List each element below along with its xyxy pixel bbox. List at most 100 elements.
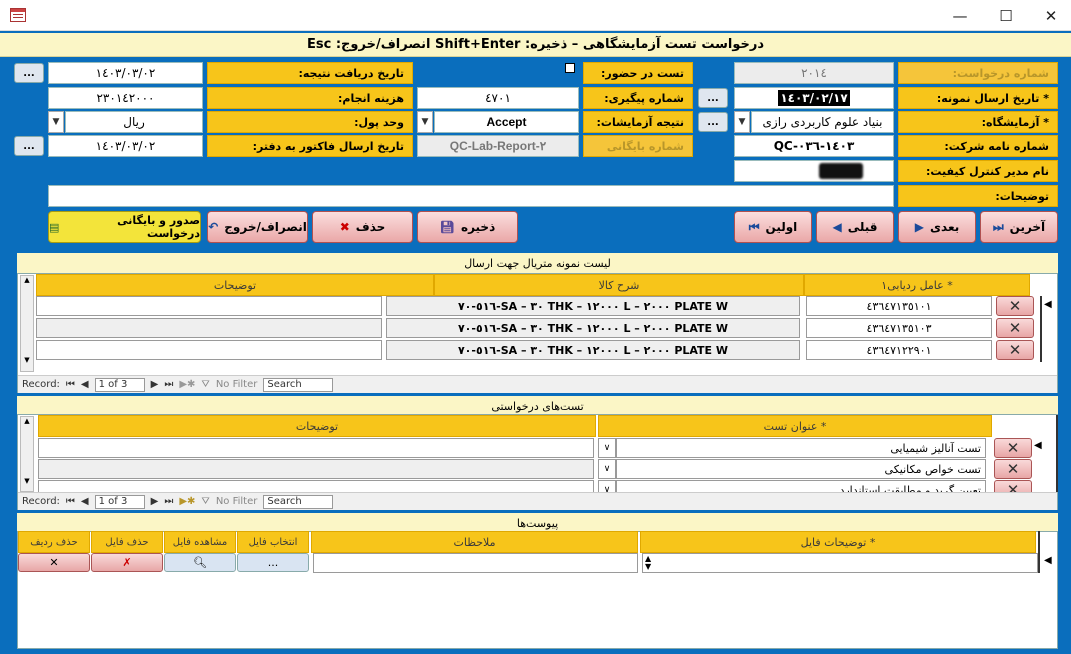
delete-button[interactable]: حذف ✖ [312,211,413,243]
window-titlebar: — ☐ ✕ [0,0,1071,31]
select-file-button[interactable]: ... [237,553,309,572]
letter-no-field[interactable]: QC-١٤٠٣-٠٣٦ [734,135,894,157]
currency-dropdown-arrow[interactable]: ▼ [48,111,64,133]
attach-remarks-cell[interactable] [313,553,638,573]
delete-x-icon: ✕ [49,556,59,569]
last-label: آخرین [1009,220,1046,234]
search-input[interactable]: Search [263,494,334,509]
tests-col-notes: توضیحات [38,415,596,437]
invoice-date-picker-button[interactable]: ... [14,136,44,156]
samples-scrollbar[interactable]: ▲ ▼ [20,275,34,372]
test-dropdown-arrow[interactable]: ∨ [598,459,616,479]
sample-id-cell[interactable]: ٤٣٦٤٧١٣٥١٠١ [806,296,992,316]
delete-x-icon: ✕ [1008,341,1022,359]
row-delete-button[interactable]: ✕ [996,318,1034,338]
sample-note-cell[interactable] [36,296,382,316]
record-position-input[interactable]: 1 of 3 [94,377,145,392]
test-note-cell[interactable] [38,459,594,479]
magnifier-icon: 🔍︎ [193,556,207,569]
attend-label: تست در حضور: [583,62,693,84]
first-nav-icon[interactable]: ⏮ [66,496,75,507]
test-name-cell[interactable]: تست آنالیز شیمیایی [616,438,986,458]
archive-field[interactable]: QC-Lab-Report-٢ [417,135,579,157]
row-delete-button[interactable]: ✕ [996,340,1034,360]
archive-label: شماره بایگانی [583,135,693,157]
table-row: ▲ ▼ ... 🔍︎ ✗ ✕ ◀ [18,553,1058,573]
attach-col-view: مشاهده فایل [164,531,236,553]
qc-manager-field[interactable] [734,160,894,182]
record-pointer-icon: ◀ [1034,440,1042,451]
first-record-button[interactable]: اولین ⏮ [734,211,812,243]
cost-label: هزینه انجام: [207,87,413,109]
result-dropdown-arrow[interactable]: ▼ [417,111,433,133]
prev-label: قبلی [847,220,878,234]
delete-icon: ✖ [339,220,350,234]
send-date-field[interactable]: ١٤٠٣/٠٢/١٧ [734,87,894,109]
close-button[interactable]: ✕ [1028,0,1071,31]
notes-field[interactable] [48,185,894,207]
last-record-button[interactable]: آخرین ⏭ [980,211,1058,243]
attend-checkbox[interactable] [565,63,575,73]
row-delete-button[interactable]: ✕ [994,480,1032,492]
next-nav-icon[interactable]: ▶ [151,379,159,390]
result-date-picker-button[interactable]: ... [14,63,44,83]
currency-field[interactable]: ریال [65,111,203,133]
cost-field[interactable]: ٢٣٠١٤٢٠٠٠ [48,87,203,109]
delete-row-button[interactable]: ✕ [18,553,90,572]
maximize-button[interactable]: ☐ [983,0,1029,31]
filter-icon[interactable]: ⛛ [201,379,209,390]
row-delete-button[interactable]: ✕ [994,438,1032,458]
last-nav-icon[interactable]: ⏭ [164,496,173,507]
test-note-cell[interactable] [38,438,594,458]
request-no-field[interactable]: ٢٠١٤ [734,62,894,84]
sample-desc-cell[interactable]: PLATE W ٢٠٠٠ – L ١٢٠٠٠ – THK ٣٠ – SA-٥١٦… [386,340,800,360]
lab-dropdown-arrow[interactable]: ▼ [734,111,750,133]
tests-scrollbar[interactable]: ▲ ▼ [20,416,34,492]
prev-record-button[interactable]: قبلی ◀ [816,211,894,243]
no-filter-label[interactable]: No Filter [216,496,258,507]
issue-archive-button[interactable]: صدور و بایگانی درخواست ▤ [48,211,201,243]
send-date-picker-button[interactable]: ... [698,88,728,108]
sample-desc-cell[interactable]: PLATE W ٢٠٠٠ – L ١٢٠٠٠ – THK ٣٠ – SA-٥١٦… [386,296,800,316]
no-filter-label[interactable]: No Filter [216,379,258,390]
sample-id-cell[interactable]: ٤٣٦٤٧١٢٢٩٠١ [806,340,992,360]
test-note-cell[interactable] [38,480,594,492]
lab-field[interactable]: بنیاد علوم کاربردی رازی [751,111,894,133]
delete-file-button[interactable]: ✗ [91,553,163,572]
invoice-date-field[interactable]: ١٤٠٣/٠٣/٠٢ [48,135,203,157]
result-date-label: تاریخ دریافت نتیجه: [207,62,413,84]
sample-id-cell[interactable]: ٤٣٦٤٧١٣٥١٠٣ [806,318,992,338]
sample-note-cell[interactable] [36,340,382,360]
row-delete-button[interactable]: ✕ [994,459,1032,479]
document-icon: ▤ [49,220,60,234]
prev-nav-icon[interactable]: ◀ [81,379,89,390]
row-delete-button[interactable]: ✕ [996,296,1034,316]
filter-icon[interactable]: ⛛ [201,496,209,507]
save-label: ذخیره [460,220,496,234]
first-nav-icon[interactable]: ⏮ [66,379,75,390]
minimize-button[interactable]: — [937,0,983,31]
next-record-button[interactable]: بعدی ▶ [898,211,976,243]
lab-browse-button[interactable]: ... [698,112,728,132]
next-nav-icon[interactable]: ▶ [151,496,159,507]
record-position-input[interactable]: 1 of 3 [94,494,145,509]
sample-note-cell[interactable] [36,318,382,338]
save-button[interactable]: ذخیره 💾︎ [417,211,518,243]
new-record-icon[interactable]: ▶✱ [179,496,195,507]
cancel-exit-button[interactable]: انصراف/خروج ↶ [207,211,308,243]
view-file-button[interactable]: 🔍︎ [164,553,236,572]
result-date-field[interactable]: ١٤٠٣/٠٣/٠٢ [48,62,203,84]
test-dropdown-arrow[interactable]: ∨ [598,480,616,492]
prev-nav-icon[interactable]: ◀ [81,496,89,507]
test-dropdown-arrow[interactable]: ∨ [598,438,616,458]
spin-arrows-icon[interactable]: ▲ ▼ [645,555,651,571]
attach-desc-cell[interactable]: ▲ ▼ [642,553,1038,573]
test-name-cell[interactable]: تست خواص مکانیکی [616,459,986,479]
sample-desc-cell[interactable]: PLATE W ٢٠٠٠ – L ١٢٠٠٠ – THK ٣٠ – SA-٥١٦… [386,318,800,338]
tracking-field[interactable]: ٤٧٠١ [417,87,579,109]
result-field[interactable]: Accept [434,111,579,133]
last-nav-icon[interactable]: ⏭ [164,379,173,390]
test-name-cell[interactable]: تعیین گرید و مطابقت استاندارد [616,480,986,492]
new-record-icon[interactable]: ▶✱ [179,379,195,390]
search-input[interactable]: Search [263,377,334,392]
